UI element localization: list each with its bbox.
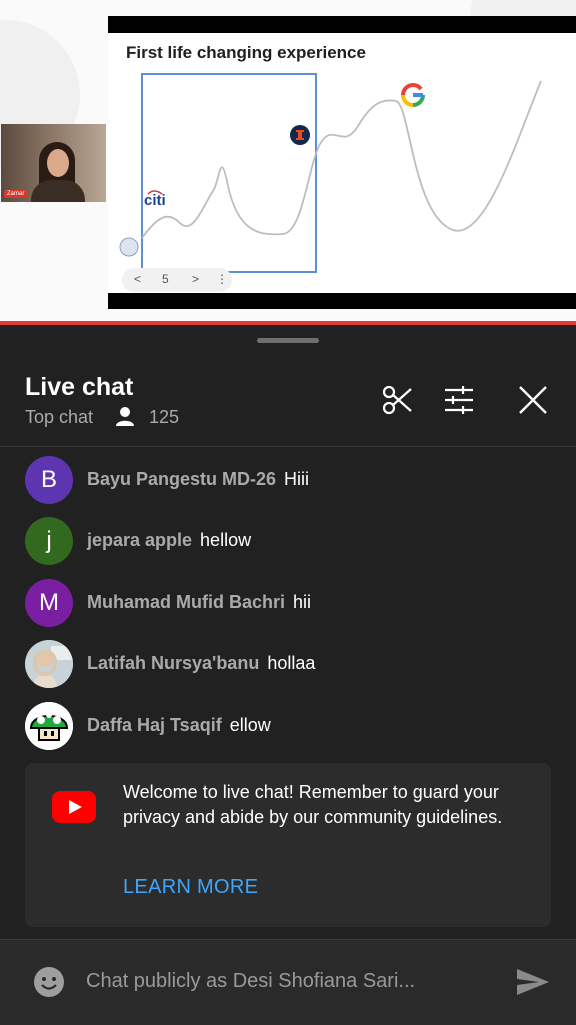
header-divider xyxy=(0,446,576,447)
presentation-slide: First life changing experience citi xyxy=(108,16,576,309)
drag-handle[interactable] xyxy=(257,338,319,343)
chat-message[interactable]: Latifah Nursya'banu hollaa xyxy=(25,640,565,688)
avatar[interactable] xyxy=(25,640,73,688)
avatar-photo-icon xyxy=(25,640,73,688)
life-curve xyxy=(141,80,542,239)
webcam-name-tag: Zamar xyxy=(4,190,28,198)
chat-message[interactable]: B Bayu Pangestu MD-26 Hiii xyxy=(25,456,565,504)
message-author[interactable]: Bayu Pangestu MD-26 xyxy=(87,469,276,489)
person-icon xyxy=(116,407,134,426)
message-line: Bayu Pangestu MD-26 Hiii xyxy=(87,469,309,490)
emoji-icon[interactable] xyxy=(33,966,65,998)
slide-navigation[interactable]: < 5 > ⋮ xyxy=(122,268,232,292)
message-line: Muhamad Mufid Bachri hii xyxy=(87,592,311,613)
google-logo-icon xyxy=(401,83,425,107)
chat-mode-selector[interactable]: Top chat xyxy=(25,407,93,428)
avatar[interactable]: B xyxy=(25,456,73,504)
sliders-icon[interactable] xyxy=(442,383,476,417)
message-line: jepara apple hellow xyxy=(87,530,251,551)
message-author[interactable]: jepara apple xyxy=(87,530,192,550)
presenter-face xyxy=(47,149,69,177)
prev-slide-button[interactable]: < xyxy=(134,272,141,286)
message-line: Daffa Haj Tsaqif ellow xyxy=(87,715,271,736)
highlight-box xyxy=(141,73,317,273)
slide-more-button[interactable]: ⋮ xyxy=(216,272,228,286)
slide-graphic: citi xyxy=(119,73,542,273)
citi-logo-icon: citi xyxy=(144,192,166,209)
welcome-card: Welcome to live chat! Remember to guard … xyxy=(25,763,551,927)
close-icon[interactable] xyxy=(516,383,550,417)
send-icon[interactable] xyxy=(515,967,551,997)
message-author[interactable]: Latifah Nursya'banu xyxy=(87,653,259,673)
video-player[interactable]: First life changing experience citi Zama… xyxy=(0,0,576,322)
message-line: Latifah Nursya'banu hollaa xyxy=(87,653,315,674)
message-text: hellow xyxy=(200,530,252,550)
welcome-message: Welcome to live chat! Remember to guard … xyxy=(123,782,503,827)
next-slide-button[interactable]: > xyxy=(192,272,199,286)
mushroom-avatar-icon xyxy=(25,702,73,750)
message-text: ellow xyxy=(229,715,271,735)
scissors-icon[interactable] xyxy=(381,383,415,417)
viewer-count: 125 xyxy=(149,407,180,427)
chat-message-input[interactable]: Chat publicly as Desi Shofiana Sari... xyxy=(86,970,415,993)
chat-input-bar: Chat publicly as Desi Shofiana Sari... xyxy=(0,939,576,1025)
avatar[interactable]: j xyxy=(25,517,73,565)
presenter-webcam: Zamar xyxy=(1,124,106,202)
chat-title: Live chat xyxy=(25,373,134,401)
chat-message[interactable]: Daffa Haj Tsaqif ellow xyxy=(25,702,565,750)
chat-message[interactable]: M Muhamad Mufid Bachri hii xyxy=(25,579,565,627)
message-text: hollaa xyxy=(267,653,316,673)
presenter-body xyxy=(31,180,85,202)
live-chat-panel: Live chat Top chat 125 B Bayu Pangestu M… xyxy=(0,325,576,1025)
message-author[interactable]: Muhamad Mufid Bachri xyxy=(87,592,285,612)
slide-page-number: 5 xyxy=(162,272,169,286)
message-author[interactable]: Daffa Haj Tsaqif xyxy=(87,715,222,735)
message-text: Hiii xyxy=(284,469,310,489)
chat-message[interactable]: j jepara apple hellow xyxy=(25,517,565,565)
avatar[interactable] xyxy=(25,702,73,750)
learn-more-link[interactable]: LEARN MORE xyxy=(123,876,258,899)
avatar[interactable]: M xyxy=(25,579,73,627)
university-seal-icon xyxy=(119,237,139,257)
message-text: hii xyxy=(293,592,312,612)
youtube-logo-icon xyxy=(52,791,96,823)
